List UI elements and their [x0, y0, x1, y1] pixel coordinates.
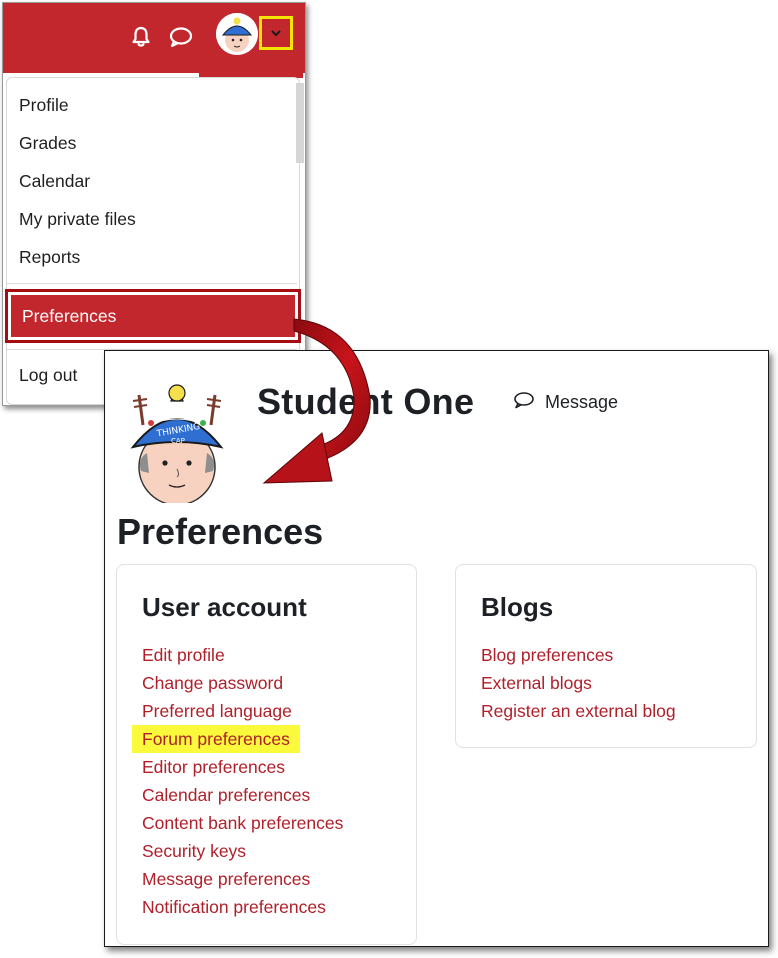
chat-icon[interactable]	[168, 25, 193, 49]
menu-item-private-files[interactable]: My private files	[19, 208, 136, 230]
menu-item-logout[interactable]: Log out	[19, 364, 77, 386]
menu-item-profile[interactable]: Profile	[19, 94, 69, 116]
svg-text:CAP: CAP	[171, 437, 185, 445]
chevron-down-icon	[270, 24, 282, 42]
menu-item-reports[interactable]: Reports	[19, 246, 80, 268]
link-security-keys[interactable]: Security keys	[142, 837, 343, 865]
user-menu-screenshot: Profile Grades Calendar My private files…	[2, 2, 306, 406]
navbar	[3, 3, 305, 73]
link-edit-profile[interactable]: Edit profile	[142, 641, 343, 669]
avatar[interactable]	[216, 13, 258, 55]
preferences-highlight: Preferences	[5, 289, 301, 343]
link-preferred-language[interactable]: Preferred language	[142, 697, 343, 725]
preferences-page-screenshot: THINKING CAP Student One Message Prefere…	[104, 350, 769, 947]
card-title-user-account: User account	[142, 592, 307, 622]
link-message-preferences[interactable]: Message preferences	[142, 865, 343, 893]
link-blog-preferences[interactable]: Blog preferences	[481, 641, 676, 669]
blogs-card: Blogs Blog preferences External blogs Re…	[455, 564, 757, 748]
blogs-links: Blog preferences External blogs Register…	[481, 641, 676, 725]
link-external-blogs[interactable]: External blogs	[481, 669, 676, 697]
user-full-name: Student One	[257, 381, 475, 422]
chat-icon	[513, 391, 545, 414]
message-button[interactable]: Message	[513, 391, 618, 414]
user-account-card: User account Edit profile Change passwor…	[116, 564, 417, 945]
link-register-external-blog[interactable]: Register an external blog	[481, 697, 676, 725]
menu-item-grades[interactable]: Grades	[19, 132, 76, 154]
link-forum-preferences[interactable]: Forum preferences	[132, 725, 300, 753]
link-change-password[interactable]: Change password	[142, 669, 343, 697]
page-title: Preferences	[117, 511, 324, 552]
user-account-links: Edit profile Change password Preferred l…	[132, 641, 343, 921]
menu-divider	[7, 283, 297, 284]
message-label: Message	[545, 392, 619, 412]
card-title-blogs: Blogs	[481, 592, 554, 622]
user-menu-toggle-button[interactable]	[259, 16, 293, 50]
menu-item-calendar[interactable]: Calendar	[19, 170, 90, 192]
menu-item-preferences[interactable]: Preferences	[11, 295, 295, 337]
link-notification-preferences[interactable]: Notification preferences	[142, 893, 343, 921]
link-content-bank-preferences[interactable]: Content bank preferences	[142, 809, 343, 837]
link-calendar-preferences[interactable]: Calendar preferences	[142, 781, 343, 809]
menu-scrollbar[interactable]	[296, 83, 304, 163]
profile-picture: THINKING CAP	[119, 373, 231, 506]
bell-icon[interactable]	[129, 25, 153, 49]
link-editor-preferences[interactable]: Editor preferences	[142, 753, 343, 781]
